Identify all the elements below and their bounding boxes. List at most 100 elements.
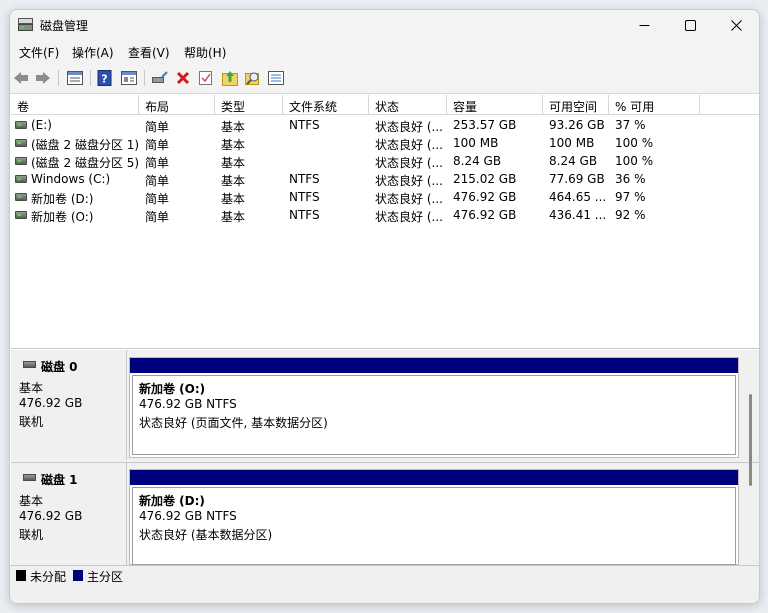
help-button[interactable]: ? [96, 69, 114, 87]
volume-name: Windows (C:) [31, 172, 111, 186]
disk-list-button[interactable] [66, 69, 84, 87]
volume-capacity: 215.02 GB [453, 172, 517, 186]
volume-percent-free: 37 % [615, 118, 646, 132]
disk-0-info[interactable]: 磁盘 0 基本 476.92 GB 联机 [11, 350, 127, 460]
toolbar-separator [58, 70, 59, 86]
settings-list-button[interactable] [267, 69, 285, 87]
scrollbar-thumb[interactable] [749, 394, 752, 486]
legend-unallocated: 未分配 [30, 570, 67, 584]
volume-name: 新加卷 (O:) [31, 210, 94, 224]
volume-name: (E:) [31, 118, 52, 132]
disk-size: 476.92 GB [19, 509, 83, 523]
volume-name: (磁盘 2 磁盘分区 1) [31, 138, 140, 152]
column-header-percent-free[interactable]: % 可用 [609, 95, 700, 115]
column-header-filler [700, 95, 759, 115]
legend-bar: 未分配 主分区 [10, 565, 759, 603]
disk-management-icon [18, 18, 33, 31]
column-header-free-space[interactable]: 可用空间 [543, 95, 609, 115]
partition-size: 476.92 GB NTFS [139, 509, 237, 523]
delete-button[interactable] [174, 69, 192, 87]
column-header-type[interactable]: 类型 [215, 95, 283, 115]
volume-row[interactable]: (磁盘 2 磁盘分区 5) 简单 基本 状态良好 (... 8.24 GB 8.… [11, 152, 759, 170]
partition-status: 状态良好 (页面文件, 基本数据分区) [139, 416, 328, 430]
help-icon: ? [97, 70, 112, 86]
drive-icon [15, 211, 27, 219]
column-header-status[interactable]: 状态 [369, 95, 447, 115]
volume-row[interactable]: 新加卷 (O:) 简单 基本 NTFS 状态良好 (... 476.92 GB … [11, 206, 759, 224]
minimize-button[interactable] [621, 10, 667, 40]
close-button[interactable] [713, 10, 759, 40]
volume-type: 基本 [221, 138, 246, 152]
forward-button[interactable] [34, 69, 52, 87]
column-header-layout[interactable]: 布局 [139, 95, 215, 115]
volume-row[interactable]: (磁盘 2 磁盘分区 1) 简单 基本 状态良好 (... 100 MB 100… [11, 134, 759, 152]
menu-file[interactable]: 文件(F) [19, 44, 59, 61]
volume-capacity: 253.57 GB [453, 118, 517, 132]
volume-type: 基本 [221, 120, 246, 134]
volume-row[interactable]: Windows (C:) 简单 基本 NTFS 状态良好 (... 215.02… [11, 170, 759, 188]
menu-action[interactable]: 操作(A) [72, 44, 114, 61]
close-icon [730, 19, 742, 31]
volume-filesystem: NTFS [289, 208, 320, 222]
drive-icon [15, 175, 27, 183]
disk-size: 476.92 GB [19, 396, 83, 410]
volume-percent-free: 36 % [615, 172, 646, 186]
volume-type: 基本 [221, 156, 246, 170]
partition-status: 状态良好 (基本数据分区) [139, 528, 273, 542]
partition-details: 新加卷 (D:) 476.92 GB NTFS 状态良好 (基本数据分区) [132, 487, 736, 565]
disk-1-info[interactable]: 磁盘 1 基本 476.92 GB 联机 [11, 463, 127, 573]
back-button[interactable] [12, 69, 30, 87]
disk-name: 磁盘 0 [41, 360, 78, 374]
volume-filesystem: NTFS [289, 118, 320, 132]
volume-type: 基本 [221, 174, 246, 188]
volume-row[interactable]: (E:) 简单 基本 NTFS 状态良好 (... 253.57 GB 93.2… [11, 116, 759, 134]
import-button[interactable] [221, 69, 239, 87]
volume-free-space: 93.26 GB [549, 118, 605, 132]
partition-details: 新加卷 (O:) 476.92 GB NTFS 状态良好 (页面文件, 基本数据… [132, 375, 736, 455]
volume-type: 基本 [221, 192, 246, 206]
drive-icon [15, 157, 27, 165]
search-button[interactable] [244, 69, 262, 87]
volume-capacity: 476.92 GB [453, 208, 517, 222]
properties-button[interactable] [120, 69, 138, 87]
search-icon [245, 72, 259, 85]
volume-free-space: 77.69 GB [549, 172, 605, 186]
menu-help[interactable]: 帮助(H) [184, 44, 226, 61]
partition-block[interactable]: 新加卷 (D:) 476.92 GB NTFS 状态良好 (基本数据分区) [129, 469, 739, 565]
volume-filesystem: NTFS [289, 190, 320, 204]
primary-partition-bar [130, 358, 738, 373]
volume-percent-free: 100 % [615, 136, 654, 150]
volume-free-space: 8.24 GB [549, 154, 598, 168]
volume-status: 状态良好 (... [375, 120, 443, 134]
volume-name: 新加卷 (D:) [31, 192, 94, 206]
column-header-filesystem[interactable]: 文件系统 [283, 95, 369, 115]
partition-block[interactable]: 新加卷 (O:) 476.92 GB NTFS 状态良好 (页面文件, 基本数据… [129, 357, 739, 458]
volume-percent-free: 100 % [615, 154, 654, 168]
column-header-volume[interactable]: 卷 [11, 95, 139, 115]
volume-layout: 简单 [145, 210, 170, 224]
menu-view[interactable]: 查看(V) [128, 44, 170, 61]
toolbar-separator [90, 70, 91, 86]
check-icon [199, 71, 212, 85]
maximize-button[interactable] [667, 10, 713, 40]
volume-free-space: 100 MB [549, 136, 595, 150]
disk-kind: 基本 [19, 381, 44, 395]
window-title: 磁盘管理 [40, 19, 89, 33]
volume-row[interactable]: 新加卷 (D:) 简单 基本 NTFS 状态良好 (... 476.92 GB … [11, 188, 759, 206]
forward-arrow-icon [36, 72, 50, 84]
volume-capacity: 100 MB [453, 136, 499, 150]
volume-list-panel: 卷 布局 类型 文件系统 状态 容量 可用空间 % 可用 (E:) 简单 基本 … [11, 95, 759, 349]
drive-icon [15, 139, 27, 147]
back-arrow-icon [14, 72, 28, 84]
connect-drive-button[interactable] [151, 69, 169, 87]
drive-icon [15, 193, 27, 201]
check-button[interactable] [197, 69, 215, 87]
volume-layout: 简单 [145, 120, 170, 134]
disk-state: 联机 [19, 528, 44, 542]
primary-partition-bar [130, 470, 738, 485]
volume-type: 基本 [221, 210, 246, 224]
delete-icon [176, 71, 190, 85]
disk-panel-scrollbar[interactable] [746, 372, 756, 572]
column-header-capacity[interactable]: 容量 [447, 95, 543, 115]
toolbar-separator [144, 70, 145, 86]
